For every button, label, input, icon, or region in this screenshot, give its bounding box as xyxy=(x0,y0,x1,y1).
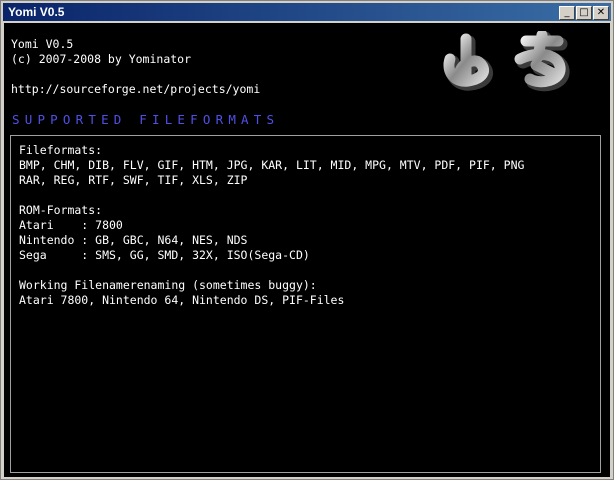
section-title: SUPPORTED FILEFORMATS xyxy=(12,112,280,127)
maximize-button[interactable]: □ xyxy=(576,6,592,20)
minimize-button[interactable]: _ xyxy=(559,6,575,20)
window-title: Yomi V0.5 xyxy=(8,5,65,19)
fileformats-label: Fileformats: xyxy=(19,143,103,157)
copyright: (c) 2007-2008 by Yominator xyxy=(11,52,192,66)
rom-formats-label: ROM-Formats: xyxy=(19,203,103,217)
console-area: Yomi V0.5 (c) 2007-2008 by Yominator htt… xyxy=(4,23,610,477)
close-button[interactable]: ✕ xyxy=(593,6,609,20)
yomi-window: Yomi V0.5 _ □ ✕ Yomi V0.5 (c) 2007-2008 … xyxy=(0,0,614,480)
app-name: Yomi V0.5 xyxy=(11,37,74,51)
formats-panel: Fileformats: BMP, CHM, DIB, FLV, GIF, HT… xyxy=(10,135,601,473)
rom-sega: Sega : SMS, GG, SMD, 32X, ISO(Sega-CD) xyxy=(19,248,310,262)
fileformats-line-1: BMP, CHM, DIB, FLV, GIF, HTM, JPG, KAR, … xyxy=(19,158,525,172)
rom-nintendo: Nintendo : GB, GBC, N64, NES, NDS xyxy=(19,233,248,247)
yomi-kana-logo-icon xyxy=(443,31,570,92)
renaming-label: Working Filenamerenaming (sometimes bugg… xyxy=(19,278,317,292)
fileformats-line-2: RAR, REG, RTF, SWF, TIF, XLS, ZIP xyxy=(19,173,248,187)
rom-atari: Atari : 7800 xyxy=(19,218,123,232)
project-url: http://sourceforge.net/projects/yomi xyxy=(11,82,261,96)
title-bar[interactable]: Yomi V0.5 _ □ ✕ xyxy=(3,3,611,21)
renaming-line: Atari 7800, Nintendo 64, Nintendo DS, PI… xyxy=(19,293,345,307)
